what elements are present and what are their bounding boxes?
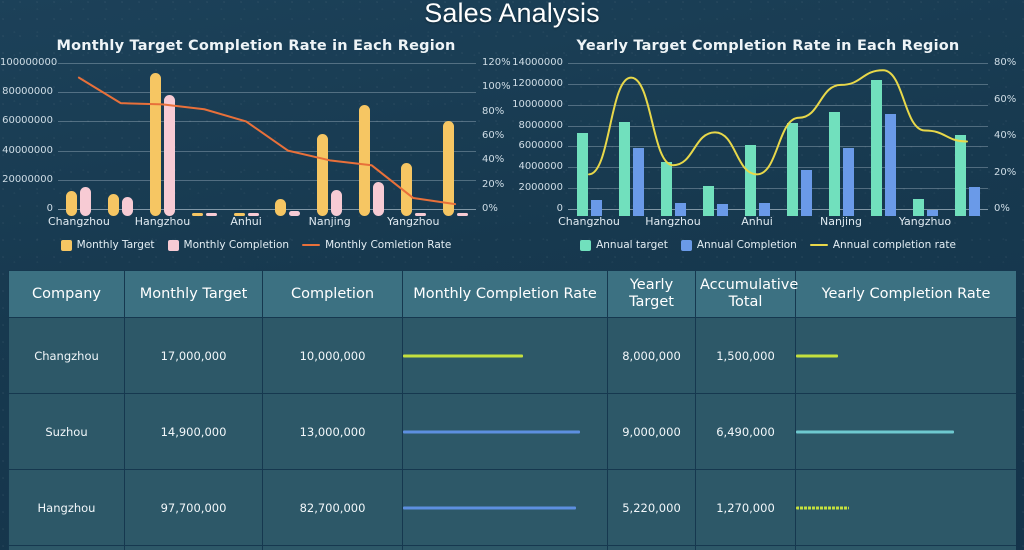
yearly-chart-title: Yearly Target Completion Rate in Each Re… bbox=[512, 38, 1024, 54]
page-title: Sales Analysis bbox=[0, 0, 1024, 29]
yearly-completion-rate-bar bbox=[796, 430, 954, 433]
table-cell-yearly-completion-rate bbox=[796, 470, 1017, 546]
monthly-chart-panel: Monthly Target Completion Rate in Each R… bbox=[0, 32, 512, 258]
legend-swatch-marker bbox=[168, 240, 179, 251]
legend-label: Monthly Comletion Rate bbox=[325, 239, 451, 251]
table-cell-yearly-target bbox=[608, 546, 696, 550]
table-cell-accumulative-total: 1,270,000 bbox=[696, 470, 796, 546]
table-cell-monthly-completion-rate bbox=[403, 470, 608, 546]
legend-label: Annual completion rate bbox=[833, 239, 956, 251]
chart-line-series bbox=[512, 63, 1024, 209]
x-axis-tick-label: Hangzhou bbox=[645, 215, 700, 228]
monthly-chart-title: Monthly Target Completion Rate in Each R… bbox=[0, 38, 512, 54]
table-row[interactable] bbox=[9, 546, 1017, 550]
table-cell-monthly-target: 17,000,000 bbox=[125, 318, 263, 394]
table-cell-completion bbox=[263, 546, 403, 550]
gridline bbox=[568, 209, 988, 210]
legend-item[interactable]: Annual completion rate bbox=[810, 239, 956, 251]
table-cell-company: Hangzhou bbox=[9, 470, 125, 546]
table-cell-accumulative-total: 6,490,000 bbox=[696, 394, 796, 470]
yearly-chart-plot[interactable]: 0200000040000006000000800000010000000120… bbox=[512, 63, 1024, 216]
table-row[interactable]: Suzhou14,900,00013,000,000 9,000,0006,490… bbox=[9, 394, 1017, 470]
table-cell-yearly-target: 9,000,000 bbox=[608, 394, 696, 470]
table-cell-monthly-target: 97,700,000 bbox=[125, 470, 263, 546]
table-column-header[interactable]: Completion bbox=[263, 271, 403, 318]
chart-bar[interactable] bbox=[206, 213, 217, 216]
table-cell-company: Suzhou bbox=[9, 394, 125, 470]
table-column-header[interactable]: YearlyTarget bbox=[608, 271, 696, 318]
chart-bar[interactable] bbox=[457, 213, 468, 216]
table-body: Changzhou17,000,00010,000,000 8,000,0001,… bbox=[9, 318, 1017, 550]
legend-line-marker bbox=[810, 244, 828, 247]
legend-item[interactable]: Annual Completion bbox=[681, 239, 797, 251]
table-cell-yearly-completion-rate bbox=[796, 546, 1017, 550]
x-axis-tick-label: Hangzhou bbox=[135, 215, 190, 228]
yearly-chart-panel: Yearly Target Completion Rate in Each Re… bbox=[512, 32, 1024, 258]
monthly-completion-rate-bar bbox=[403, 354, 523, 357]
monthly-chart-legend[interactable]: Monthly Target Monthly Completion Monthly … bbox=[0, 239, 512, 251]
chart-bar[interactable] bbox=[289, 211, 300, 216]
table-column-header[interactable]: Monthly Completion Rate bbox=[403, 271, 608, 318]
yearly-completion-rate-bar bbox=[796, 506, 849, 509]
legend-label: Annual target bbox=[596, 239, 668, 251]
x-axis-tick-label: Anhui bbox=[741, 215, 773, 228]
x-axis-tick-label: Nanjing bbox=[820, 215, 862, 228]
table-cell-monthly-target bbox=[125, 546, 263, 550]
monthly-completion-rate-bar bbox=[403, 506, 576, 509]
legend-swatch-marker bbox=[61, 240, 72, 251]
dashboard-root: Sales Analysis Monthly Target Completion… bbox=[0, 0, 1024, 550]
table-cell-yearly-target: 5,220,000 bbox=[608, 470, 696, 546]
table-cell-company bbox=[9, 546, 125, 550]
table-header: CompanyMonthly TargetCompletionMonthly C… bbox=[9, 271, 1017, 318]
table-cell-completion: 10,000,000 bbox=[263, 318, 403, 394]
table-cell-completion: 82,700,000 bbox=[263, 470, 403, 546]
x-axis-tick-label: Changzhou bbox=[48, 215, 110, 228]
table-cell-yearly-completion-rate bbox=[796, 318, 1017, 394]
table-cell-monthly-completion-rate bbox=[403, 394, 608, 470]
legend-item[interactable]: Monthly Comletion Rate bbox=[302, 239, 451, 251]
legend-item[interactable]: Monthly Target bbox=[61, 239, 155, 251]
table-cell-yearly-target: 8,000,000 bbox=[608, 318, 696, 394]
x-axis-tick-label: Yangzhuo bbox=[899, 215, 951, 228]
table-cell-company: Changzhou bbox=[9, 318, 125, 394]
gridline bbox=[58, 209, 476, 210]
legend-swatch-marker bbox=[580, 240, 591, 251]
sales-table-container[interactable]: CompanyMonthly TargetCompletionMonthly C… bbox=[8, 270, 1016, 550]
table-cell-yearly-completion-rate bbox=[796, 394, 1017, 470]
table-header-row: CompanyMonthly TargetCompletionMonthly C… bbox=[9, 271, 1017, 318]
monthly-chart-plot[interactable]: 0200000004000000060000000800000001000000… bbox=[0, 63, 512, 216]
table-cell-completion: 13,000,000 bbox=[263, 394, 403, 470]
yearly-completion-rate-bar bbox=[796, 354, 838, 357]
monthly-completion-rate-bar bbox=[403, 430, 580, 433]
legend-line-marker bbox=[302, 244, 320, 247]
legend-item[interactable]: Annual target bbox=[580, 239, 668, 251]
sales-table: CompanyMonthly TargetCompletionMonthly C… bbox=[8, 270, 1016, 550]
table-column-header[interactable]: AccumulativeTotal bbox=[696, 271, 796, 318]
table-cell-monthly-target: 14,900,000 bbox=[125, 394, 263, 470]
table-cell-monthly-completion-rate bbox=[403, 318, 608, 394]
table-column-header[interactable]: Monthly Target bbox=[125, 271, 263, 318]
table-column-header[interactable]: Company bbox=[9, 271, 125, 318]
legend-item[interactable]: Monthly Completion bbox=[168, 239, 290, 251]
legend-swatch-marker bbox=[681, 240, 692, 251]
table-cell-accumulative-total: 1,500,000 bbox=[696, 318, 796, 394]
legend-label: Monthly Completion bbox=[184, 239, 290, 251]
x-axis-tick-label: Nanjing bbox=[309, 215, 351, 228]
x-axis-tick-label: Changzhou bbox=[558, 215, 620, 228]
x-axis-tick-label: Yangzhou bbox=[387, 215, 439, 228]
table-cell-monthly-completion-rate bbox=[403, 546, 608, 550]
table-row[interactable]: Changzhou17,000,00010,000,000 8,000,0001,… bbox=[9, 318, 1017, 394]
chart-bar[interactable] bbox=[192, 213, 203, 216]
table-column-header[interactable]: Yearly Completion Rate bbox=[796, 271, 1017, 318]
table-row[interactable]: Hangzhou97,700,00082,700,000 5,220,0001,2… bbox=[9, 470, 1017, 546]
table-cell-accumulative-total bbox=[696, 546, 796, 550]
legend-label: Annual Completion bbox=[697, 239, 797, 251]
chart-line-series bbox=[0, 63, 512, 209]
x-axis-tick-label: Anhui bbox=[230, 215, 262, 228]
legend-label: Monthly Target bbox=[77, 239, 155, 251]
yearly-chart-legend[interactable]: Annual target Annual Completion Annual com… bbox=[512, 239, 1024, 251]
